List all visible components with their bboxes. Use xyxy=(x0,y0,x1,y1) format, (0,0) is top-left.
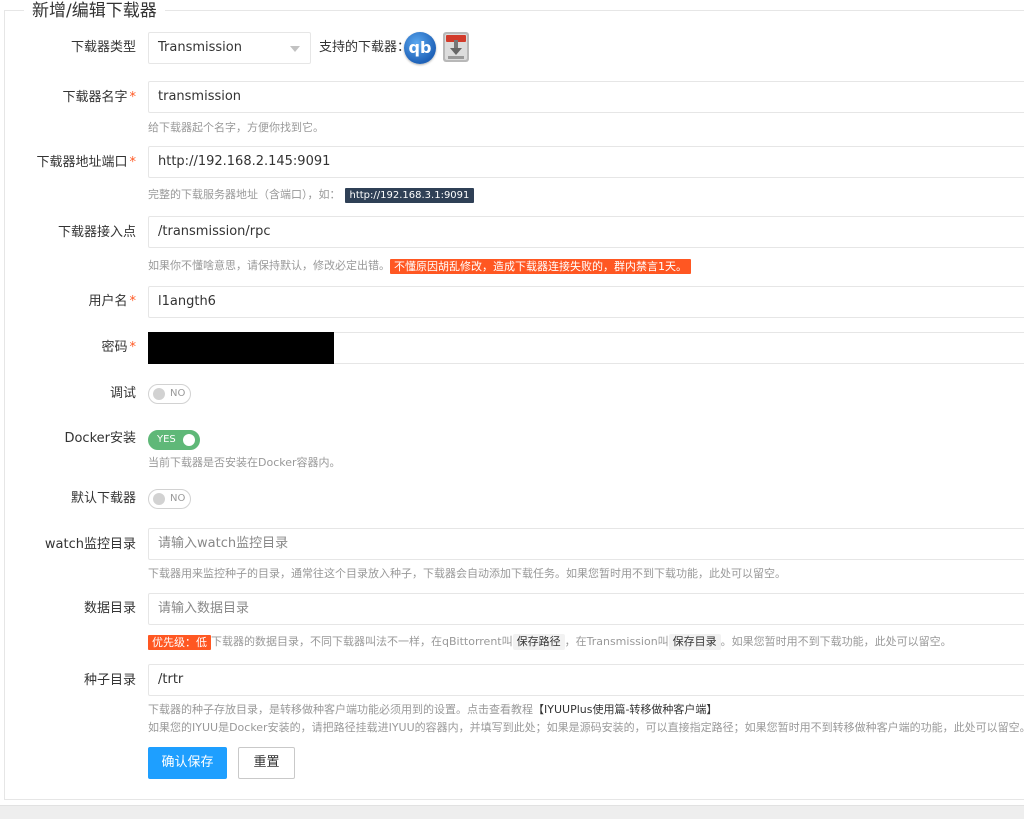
chevron-down-icon xyxy=(290,46,300,52)
default-switch-text: NO xyxy=(170,493,186,504)
seed-dir-input[interactable]: /trtr xyxy=(148,664,1024,696)
docker-label: Docker安装 xyxy=(64,431,136,446)
watch-label: watch监控目录 xyxy=(44,537,136,552)
downloader-form-page: 新增/编辑下载器 下载器类型 Transmission 支持的下载器： qb 下… xyxy=(0,0,1024,819)
default-label: 默认下载器 xyxy=(70,491,136,506)
downloader-name-input[interactable]: transmission xyxy=(148,81,1024,113)
endpoint-help: 如果你不懂啥意思，请保持默认，修改必定出错。 不懂原因胡乱修改，造成下载器连接失败… xyxy=(148,258,691,274)
supported-label: 支持的下载器： xyxy=(319,40,411,55)
seed-dir-help-line2: 如果您的IYUU是Docker安装的，请把路径挂载进IYUU的容器内，并填写到此… xyxy=(148,721,1024,734)
switch-knob xyxy=(153,493,165,505)
watch-help: 下载器用来监控种子的目录，通常往这个目录放入种子，下载器会自动添加下载任务。如果… xyxy=(148,567,786,580)
docker-switch[interactable]: YES xyxy=(148,430,200,450)
docker-switch-text: YES xyxy=(157,434,176,445)
endpoint-label: 下载器接入点 xyxy=(57,225,136,240)
priority-badge: 优先级：低 xyxy=(148,634,211,650)
tutorial-link[interactable]: 【IYUUPlus使用篇-转移做种客户端】 xyxy=(533,703,717,716)
tr-save-dir-tag: 保存目录 xyxy=(668,634,721,650)
endpoint-warning-badge: 不懂原因胡乱修改，造成下载器连接失败的，群内禁言1天。 xyxy=(390,258,691,274)
qb-save-path-tag: 保存路径 xyxy=(512,634,565,650)
downloader-type-select[interactable]: Transmission xyxy=(148,32,311,64)
switch-knob xyxy=(153,388,165,400)
watch-dir-input[interactable]: 请输入watch监控目录 xyxy=(148,528,1024,560)
password-label: 密码 * xyxy=(101,340,136,355)
data-dir-input[interactable]: 请输入数据目录 xyxy=(148,593,1024,625)
debug-switch-text: NO xyxy=(170,388,186,399)
form-legend: 新增/编辑下载器 xyxy=(24,0,165,22)
address-example: http://192.168.3.1:9091 xyxy=(344,187,475,203)
password-redaction xyxy=(148,332,334,364)
save-button[interactable]: 确认保存 xyxy=(148,747,227,779)
switch-knob xyxy=(183,434,195,446)
debug-switch[interactable]: NO xyxy=(148,384,191,404)
downloader-type-value: Transmission xyxy=(158,40,242,55)
address-label: 下载器地址端口 * xyxy=(36,155,136,170)
seed-dir-label: 种子目录 xyxy=(83,673,136,688)
type-label: 下载器类型 xyxy=(70,40,136,55)
name-label: 下载器名字 * xyxy=(62,90,136,105)
reset-button[interactable]: 重置 xyxy=(238,747,295,779)
debug-label: 调试 xyxy=(109,386,136,401)
page-footer-band xyxy=(0,805,1024,819)
downloader-endpoint-input[interactable]: /transmission/rpc xyxy=(148,216,1024,248)
default-switch[interactable]: NO xyxy=(148,489,191,509)
downloader-address-input[interactable]: http://192.168.2.145:9091 xyxy=(148,146,1024,178)
address-help: 完整的下载服务器地址（含端口），如： http://192.168.3.1:909… xyxy=(148,187,475,203)
qbittorrent-icon[interactable]: qb xyxy=(404,32,436,64)
data-dir-label: 数据目录 xyxy=(83,601,136,616)
seed-dir-help-line1: 下载器的种子存放目录，是转移做种客户端功能必须用到的设置。点击查看教程【IYUU… xyxy=(148,703,718,716)
transmission-icon[interactable] xyxy=(440,30,472,64)
docker-help: 当前下载器是否安装在Docker容器内。 xyxy=(148,456,341,469)
username-label: 用户名 * xyxy=(88,294,136,309)
name-help: 给下载器起个名字，方便你找到它。 xyxy=(148,121,324,134)
username-input[interactable]: l1angth6 xyxy=(148,286,1024,318)
data-dir-help: 优先级：低 下载器的数据目录，不同下载器叫法不一样，在qBittorrent叫 保存… xyxy=(148,634,952,650)
